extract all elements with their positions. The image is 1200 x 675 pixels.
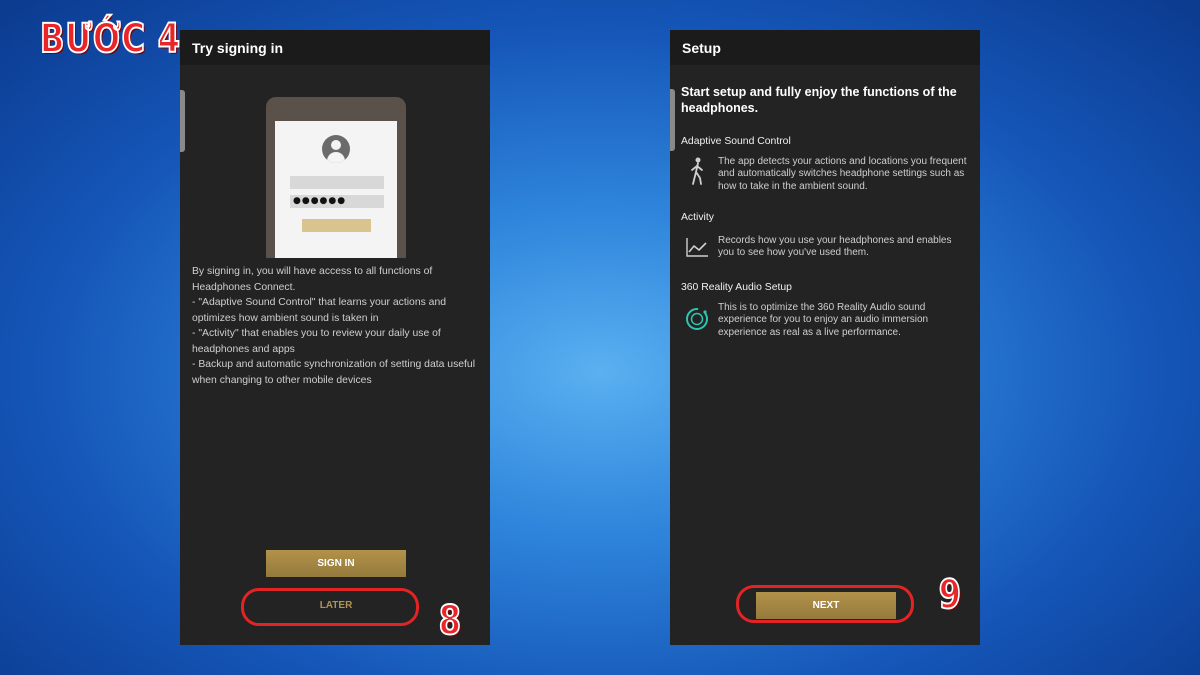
section-title-activity: Activity xyxy=(681,212,714,223)
section-text-360-audio: This is to optimize the 360 Reality Audi… xyxy=(718,302,929,338)
illustration-username-field xyxy=(290,176,384,189)
sign-in-screen: Try signing in ●●●●●● By signing in, you… xyxy=(180,30,490,645)
sign-in-illustration: ●●●●●● xyxy=(266,97,406,258)
highlight-ring-next xyxy=(736,585,914,623)
edge-handle[interactable] xyxy=(180,90,185,152)
sign-in-description: By signing in, you will have access to a… xyxy=(192,264,484,388)
setup-screen: Setup Start setup and fully enjoy the fu… xyxy=(670,30,980,645)
app-bar: Try signing in xyxy=(180,30,490,65)
illustration-password-field: ●●●●●● xyxy=(290,195,384,208)
description-line: - "Activity" that enables you to review … xyxy=(192,328,441,355)
step-number-badge: 9 xyxy=(938,571,962,619)
highlight-ring-later xyxy=(241,588,419,626)
description-line: - "Adaptive Sound Control" that learns y… xyxy=(192,297,447,324)
line-chart-icon xyxy=(686,238,708,257)
sign-in-button[interactable]: SIGN IN xyxy=(266,550,406,577)
section-title-adaptive-sound: Adaptive Sound Control xyxy=(681,136,791,147)
step-label: BƯỚC 4 xyxy=(39,15,181,63)
description-line: - Backup and automatic synchronization o… xyxy=(192,359,476,386)
edge-handle[interactable] xyxy=(670,89,675,151)
step-number-badge: 8 xyxy=(438,597,462,645)
description-line: By signing in, you will have access to a… xyxy=(192,266,433,293)
section-title-360-audio: 360 Reality Audio Setup xyxy=(681,282,792,293)
section-text-adaptive-sound: The app detects your actions and locatio… xyxy=(718,156,967,192)
section-text-activity: Records how you use your headphones and … xyxy=(718,235,952,259)
screen-title: Setup xyxy=(682,39,721,56)
app-bar: Setup xyxy=(670,30,980,65)
360-audio-icon xyxy=(686,308,708,330)
illustration-button xyxy=(302,219,371,232)
illustration-screen: ●●●●●● xyxy=(275,121,397,258)
user-avatar-icon xyxy=(322,135,350,163)
walking-person-icon xyxy=(691,157,703,185)
screen-title: Try signing in xyxy=(192,39,284,56)
setup-heading: Start setup and fully enjoy the function… xyxy=(681,85,957,115)
